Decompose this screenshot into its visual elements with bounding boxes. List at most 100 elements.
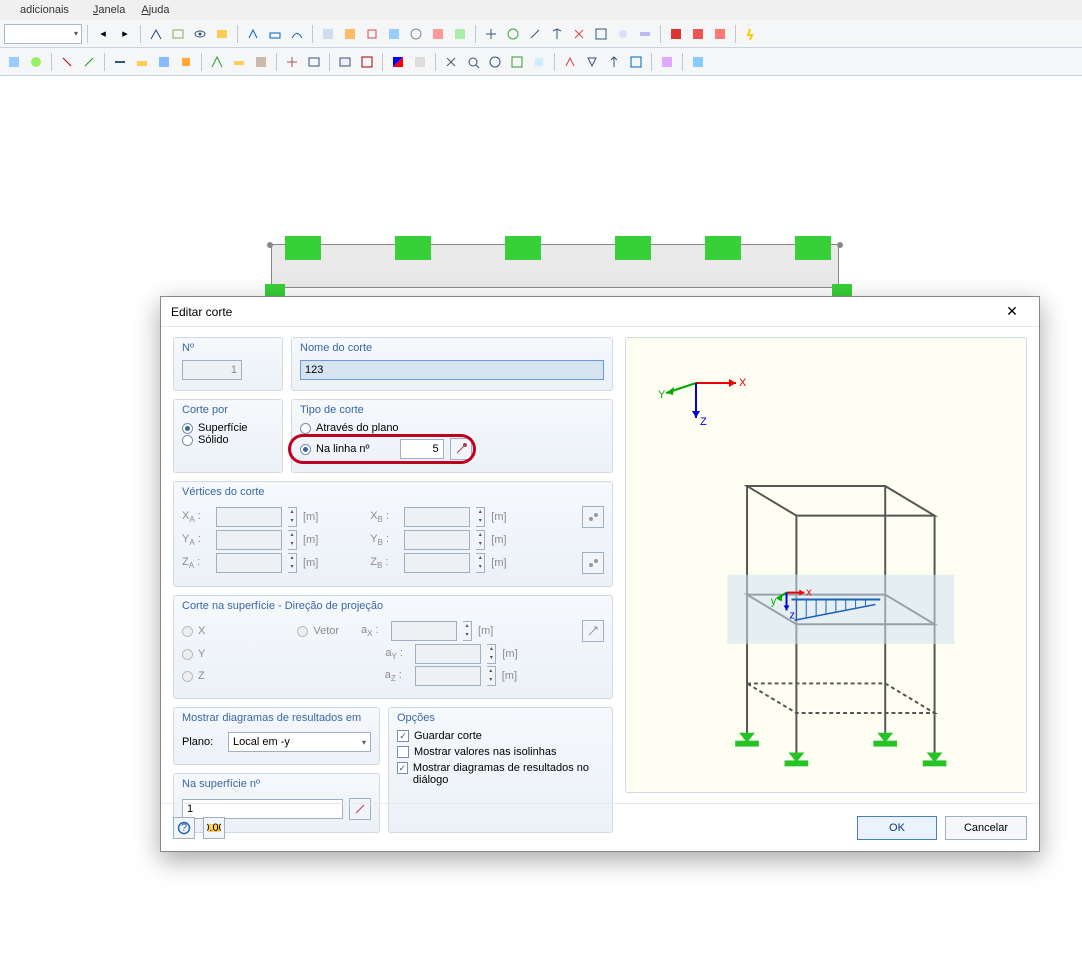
tool-icon-2[interactable]	[168, 24, 188, 44]
input-yb[interactable]	[404, 530, 470, 550]
tool-icon-20[interactable]	[591, 24, 611, 44]
spin-xa[interactable]: ▴▾	[288, 507, 297, 527]
input-zb[interactable]	[404, 553, 470, 573]
menu-window[interactable]: Janela	[85, 4, 133, 16]
tb2-icon-17[interactable]	[410, 52, 430, 72]
tb2-icon-24[interactable]	[582, 52, 602, 72]
radio-solid[interactable]: Sólido	[182, 434, 274, 446]
tb2-icon-11[interactable]	[251, 52, 271, 72]
tb2-icon-8[interactable]	[176, 52, 196, 72]
pick-vertices-button-2[interactable]	[582, 552, 604, 574]
input-xb[interactable]	[404, 507, 470, 527]
tool-icon-5[interactable]	[243, 24, 263, 44]
line-number-input[interactable]	[400, 439, 444, 459]
tool-icon-15[interactable]	[481, 24, 501, 44]
tb2-icon-9[interactable]	[207, 52, 227, 72]
tool-icon-22[interactable]	[635, 24, 655, 44]
tb2-icon-20[interactable]	[485, 52, 505, 72]
close-icon[interactable]: ✕	[995, 300, 1029, 324]
tool-icon-17[interactable]	[525, 24, 545, 44]
tb2-icon-22[interactable]	[529, 52, 549, 72]
arrow-right-icon[interactable]: ▸	[115, 24, 135, 44]
input-ay[interactable]	[415, 644, 481, 664]
number-input[interactable]	[182, 360, 242, 380]
tool-r1-icon[interactable]	[666, 24, 686, 44]
radio-surface[interactable]: Superfície	[182, 422, 274, 434]
tool-icon-14[interactable]	[450, 24, 470, 44]
tool-icon-12[interactable]	[406, 24, 426, 44]
tb2-icon-18[interactable]	[441, 52, 461, 72]
tb2-icon-5[interactable]	[110, 52, 130, 72]
tb2-icon-23[interactable]	[560, 52, 580, 72]
tb2-icon-2[interactable]	[26, 52, 46, 72]
tb2-icon-10[interactable]	[229, 52, 249, 72]
tool-r3-icon[interactable]	[710, 24, 730, 44]
spin-xb[interactable]: ▴▾	[476, 507, 485, 527]
tool-icon-19[interactable]	[569, 24, 589, 44]
tool-icon-6[interactable]	[265, 24, 285, 44]
menu-help[interactable]: Ajuda	[133, 4, 177, 16]
tb2-icon-6[interactable]	[132, 52, 152, 72]
tool-icon-10[interactable]	[362, 24, 382, 44]
pick-vertices-button[interactable]	[582, 506, 604, 528]
tool-icon-13[interactable]	[428, 24, 448, 44]
unit-5: [m]	[303, 557, 318, 569]
spin-ay[interactable]: ▴▾	[487, 644, 496, 664]
input-za[interactable]	[216, 553, 282, 573]
eye-icon[interactable]	[190, 24, 210, 44]
tool-icon-9[interactable]	[340, 24, 360, 44]
tb2-icon-16[interactable]	[388, 52, 408, 72]
radio-on-line[interactable]: Na linha nº	[300, 443, 370, 455]
menu-additional[interactable]: adicionais	[4, 4, 85, 16]
units-button[interactable]: 0.00	[203, 817, 225, 839]
name-input[interactable]	[300, 360, 604, 380]
tb2-icon-3[interactable]	[57, 52, 77, 72]
input-az[interactable]	[415, 666, 481, 686]
plane-select[interactable]: Local em -y▾	[228, 732, 371, 752]
cancel-button[interactable]: Cancelar	[945, 816, 1027, 840]
tb2-icon-15[interactable]	[357, 52, 377, 72]
tb2-icon-12[interactable]	[282, 52, 302, 72]
tool-icon-7[interactable]	[287, 24, 307, 44]
spin-yb[interactable]: ▴▾	[476, 530, 485, 550]
tb2-icon-21[interactable]	[507, 52, 527, 72]
arrow-left-icon[interactable]: ◂	[93, 24, 113, 44]
radio-through-plane[interactable]: Através do plano	[300, 422, 604, 434]
tool-icon-18[interactable]	[547, 24, 567, 44]
tb2-icon-27[interactable]	[657, 52, 677, 72]
input-xa[interactable]	[216, 507, 282, 527]
tb2-icon-7[interactable]	[154, 52, 174, 72]
tb2-icon-25[interactable]	[604, 52, 624, 72]
tool-icon-1[interactable]	[146, 24, 166, 44]
tb2-icon-1[interactable]	[4, 52, 24, 72]
spin-az[interactable]: ▴▾	[487, 666, 496, 686]
spin-ax[interactable]: ▴▾	[463, 621, 472, 641]
input-ya[interactable]	[216, 530, 282, 550]
tool-icon-16[interactable]	[503, 24, 523, 44]
spin-ya[interactable]: ▴▾	[288, 530, 297, 550]
toolbar-combo-1[interactable]: ▾	[4, 24, 82, 44]
tool-icon-4[interactable]	[212, 24, 232, 44]
tool-icon-8[interactable]	[318, 24, 338, 44]
tool-icon-21[interactable]	[613, 24, 633, 44]
tb2-icon-4[interactable]	[79, 52, 99, 72]
tool-icon-11[interactable]	[384, 24, 404, 44]
tb2-icon-28[interactable]	[688, 52, 708, 72]
tb2-icon-26[interactable]	[626, 52, 646, 72]
tb2-icon-13[interactable]	[304, 52, 324, 72]
pick-line-button[interactable]	[450, 438, 472, 460]
check-iso-values[interactable]: Mostrar valores nas isolinhas	[397, 746, 604, 758]
lightning-icon[interactable]	[741, 24, 761, 44]
spin-zb[interactable]: ▴▾	[476, 553, 485, 573]
tb2-icon-14[interactable]	[335, 52, 355, 72]
pick-vector-button[interactable]	[582, 620, 604, 642]
tb2-icon-19[interactable]	[463, 52, 483, 72]
spin-za[interactable]: ▴▾	[288, 553, 297, 573]
tool-r2-icon[interactable]	[688, 24, 708, 44]
input-ax[interactable]	[391, 621, 457, 641]
check-show-diagrams[interactable]: ✓Mostrar diagramas de resultados no diál…	[397, 762, 604, 786]
help-button[interactable]: ?	[173, 817, 195, 839]
unit-8: [m]	[502, 648, 517, 660]
check-save-section[interactable]: ✓Guardar corte	[397, 730, 604, 742]
ok-button[interactable]: OK	[857, 816, 937, 840]
